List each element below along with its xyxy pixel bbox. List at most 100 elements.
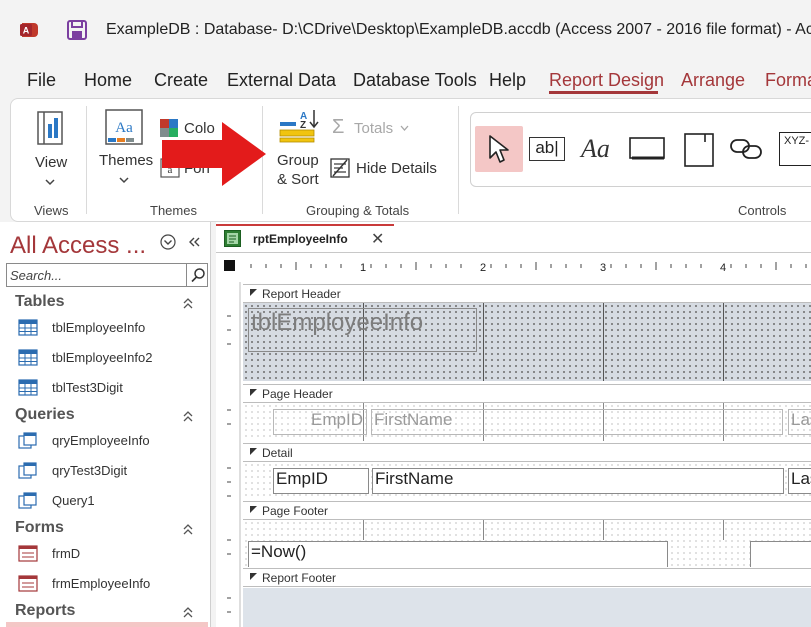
svg-text:A: A [23, 26, 30, 36]
report-design-background [243, 588, 811, 627]
report-title-label[interactable]: tblEmployeeInfo [248, 308, 477, 352]
section-marker-icon [250, 289, 257, 296]
section-bar-report-footer[interactable]: Report Footer [243, 568, 811, 587]
tab-arrange[interactable]: Arrange [681, 70, 745, 91]
table-icon [18, 379, 38, 396]
nav-item-form[interactable]: frmD [14, 542, 204, 566]
nav-search-input[interactable] [10, 266, 180, 284]
section-label: Report Header [262, 287, 341, 301]
nav-search-box [6, 263, 208, 287]
tab-divider [216, 252, 811, 253]
chevron-down-icon [45, 179, 55, 186]
nav-pane-title[interactable]: All Access ... [10, 232, 146, 260]
title-bar: A ExampleDB : Database- D:\CDrive\Deskto… [0, 0, 811, 60]
option-group-icon: XYZ- [779, 132, 811, 166]
view-label: View [35, 154, 68, 171]
tab-database-tools[interactable]: Database Tools [353, 70, 477, 91]
grid-line [603, 520, 604, 540]
collapse-pane-icon[interactable] [187, 236, 201, 248]
nav-item-label: frmD [52, 546, 81, 561]
ruler-number: 4 [720, 262, 726, 274]
section-bar-report-header[interactable]: Report Header [243, 284, 811, 303]
tab-report-design[interactable]: Report Design [549, 70, 664, 91]
nav-item-label: tblTest3Digit [52, 380, 123, 395]
view-button[interactable]: View [26, 106, 78, 196]
collapse-up-icon[interactable] [182, 523, 194, 535]
select-control-button[interactable] [475, 126, 523, 172]
textbox-control-button[interactable]: ab| [527, 126, 571, 172]
empid-field[interactable]: EmpID [273, 468, 369, 494]
nav-menu-dropdown-icon[interactable] [160, 234, 176, 250]
nav-item-query[interactable]: Query1 [14, 489, 204, 513]
firstname-header-label[interactable]: FirstName [371, 409, 783, 435]
controls-gallery: ab| Aa XYZ- [470, 112, 811, 187]
view-icon [37, 111, 63, 145]
nav-item-table[interactable]: tblTest3Digit [14, 376, 204, 400]
section-bar-page-header[interactable]: Page Header [243, 384, 811, 403]
chevron-down-icon [119, 177, 129, 184]
form-icon [18, 545, 38, 562]
lastname-field[interactable]: Las [788, 468, 811, 494]
report-selector[interactable] [224, 260, 235, 271]
nav-item-form[interactable]: frmEmployeeInfo [14, 572, 204, 596]
section-bar-detail[interactable]: Detail [243, 443, 811, 462]
section-marker-icon [250, 389, 257, 396]
option-group-control-button[interactable]: XYZ- [775, 126, 811, 172]
button-control-button[interactable] [627, 126, 671, 172]
table-icon [18, 349, 38, 366]
menu-bar: File Home Create External Data Database … [0, 60, 811, 98]
search-button[interactable] [186, 264, 208, 286]
section-label: Page Header [262, 387, 333, 401]
collapse-up-icon[interactable] [182, 410, 194, 422]
active-tab-indicator [549, 91, 658, 94]
svg-text:Z: Z [300, 120, 306, 131]
nav-item-table[interactable]: tblEmployeeInfo2 [14, 346, 204, 370]
totals-label: Totals [354, 120, 394, 137]
section-bar-page-footer[interactable]: Page Footer [243, 501, 811, 520]
tab-control-button[interactable] [679, 126, 723, 172]
window-title: ExampleDB : Database- D:\CDrive\Desktop\… [106, 21, 811, 38]
nav-item-table[interactable]: tblEmployeeInfo [14, 316, 204, 340]
nav-category-tables[interactable]: Tables [15, 293, 65, 311]
themes-button[interactable]: Aa Themes [96, 106, 154, 196]
nav-category-queries[interactable]: Queries [15, 406, 75, 424]
tab-external-data[interactable]: External Data [227, 70, 336, 91]
ruler-number: 2 [480, 262, 486, 274]
tab-format[interactable]: Forma [765, 70, 811, 91]
sigma-icon: Σ [332, 116, 345, 138]
ruler-number: 1 [360, 262, 366, 274]
horizontal-ruler[interactable]: 1 2 3 4 [243, 256, 811, 278]
now-expression-field[interactable]: =Now() [248, 541, 668, 567]
page-number-field[interactable] [750, 541, 811, 567]
tab-home[interactable]: Home [84, 70, 132, 91]
vertical-ruler[interactable] [219, 282, 241, 627]
collapse-up-icon[interactable] [182, 297, 194, 309]
query-icon [18, 462, 37, 479]
nav-category-reports[interactable]: Reports [15, 602, 75, 620]
empid-header-label[interactable]: EmpID [273, 409, 367, 435]
save-icon[interactable] [66, 19, 88, 41]
label-control-button[interactable]: Aa [577, 126, 621, 172]
lastname-header-label[interactable]: Las [788, 409, 811, 435]
nav-category-forms[interactable]: Forms [15, 519, 64, 537]
firstname-field[interactable]: FirstName [372, 468, 784, 494]
group-label-views: Views [34, 203, 69, 218]
nav-item-label: Query1 [52, 493, 95, 508]
hide-details-icon [330, 158, 350, 178]
grid-line [363, 520, 364, 540]
nav-item-query[interactable]: qryEmployeeInfo [14, 429, 204, 453]
tab-create[interactable]: Create [154, 70, 208, 91]
document-tab[interactable]: rptEmployeeInfo ✕ [216, 224, 394, 251]
totals-button[interactable]: Σ Totals [330, 116, 422, 140]
selected-report-highlight [6, 622, 208, 627]
nav-item-label: qryTest3Digit [52, 463, 128, 478]
collapse-up-icon[interactable] [182, 606, 194, 618]
hyperlink-control-button[interactable] [725, 126, 769, 172]
hide-details-button[interactable]: Hide Details [330, 156, 442, 182]
nav-item-label: frmEmployeeInfo [52, 576, 151, 591]
group-sort-button[interactable]: A Z Group & Sort [272, 106, 326, 192]
close-icon[interactable]: ✕ [371, 229, 385, 248]
nav-item-query[interactable]: qryTest3Digit [14, 459, 204, 483]
tab-file[interactable]: File [27, 70, 56, 91]
tab-help[interactable]: Help [489, 70, 526, 91]
